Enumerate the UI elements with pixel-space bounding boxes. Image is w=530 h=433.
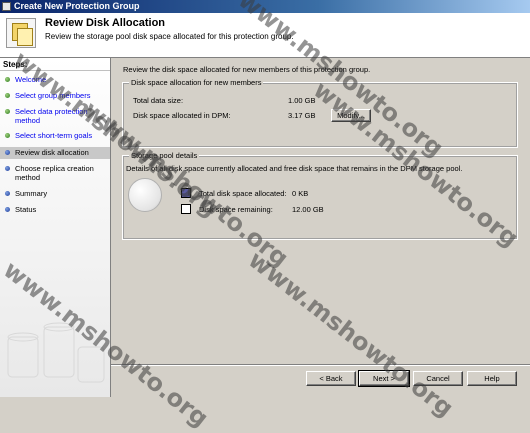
allocated-color-swatch [181,188,191,198]
step-bullet-icon [5,77,10,82]
step-review-disk-allocation[interactable]: Review disk allocation [0,147,110,159]
step-label: Welcome [15,75,47,84]
help-button[interactable]: Help [467,371,517,386]
group-title: Disk space allocation for new members [129,78,264,87]
group-title: Storage pool details [129,151,200,160]
step-status: Status [0,205,110,214]
step-label: Summary [15,189,48,198]
step-bullet-icon [5,150,10,155]
step-label: Select short-term goals [15,131,93,140]
step-welcome[interactable]: Welcome [0,75,110,84]
wizard-header: Review Disk Allocation Review the storag… [0,13,530,58]
modify-button[interactable]: Modify... [331,109,371,122]
new-members-allocation-group: Disk space allocation for new members To… [122,78,518,148]
step-label: Review disk allocation [15,148,89,157]
remaining-color-swatch [181,204,191,214]
disk-usage-pie-chart [128,178,162,212]
step-bullet-icon [5,207,10,212]
disk-allocated-label: Disk space allocated in DPM: [133,111,231,120]
steps-label: Steps: [3,60,28,69]
watermark-text: www.mshowto.org [243,245,459,423]
page-subtitle: Review the storage pool disk space alloc… [45,32,294,41]
protection-group-icon [6,18,36,48]
app-icon [2,2,11,11]
step-select-data-protection-method[interactable]: Select data protection method [0,107,110,125]
step-bullet-icon [5,93,10,98]
step-bullet-icon [5,133,10,138]
window-title: Create New Protection Group [14,1,140,11]
disk-remaining-label: Disk space remaining: [199,205,273,214]
disk-remaining-value: 12.00 GB [292,205,324,214]
step-summary: Summary [0,189,110,198]
disk-allocated-value: 3.17 GB [288,111,316,120]
total-data-size-label: Total data size: [133,96,184,105]
intro-text: Review the disk space allocated for new … [123,65,371,74]
step-bullet-icon [5,191,10,196]
back-button[interactable]: < Back [306,371,356,386]
storage-pool-description: Details of all disk space currently allo… [126,164,463,173]
step-label: Select group members [15,91,91,100]
step-choose-replica-creation-method: Choose replica creation method [0,164,110,182]
cancel-button[interactable]: Cancel [413,371,463,386]
steps-sidebar: Steps: Welcome Select group members Sele… [0,58,111,397]
footer-separator [111,364,530,366]
step-bullet-icon [5,109,10,114]
page-title: Review Disk Allocation [45,17,166,29]
step-label: Choose replica creation method [15,164,94,182]
sidebar-decoration-graphic [7,322,105,383]
next-button[interactable]: Next > [358,370,410,387]
step-label: Select data protection method [15,107,88,125]
total-allocated-value: 0 KB [292,189,309,198]
step-select-short-term-goals[interactable]: Select short-term goals [0,131,110,140]
step-select-group-members[interactable]: Select group members [0,91,110,100]
step-label: Status [15,205,37,214]
total-allocated-label: Total disk space allocated: [199,189,287,198]
step-bullet-icon [5,166,10,171]
window-title-bar[interactable]: Create New Protection Group [0,0,530,13]
total-data-size-value: 1.00 GB [288,96,316,105]
